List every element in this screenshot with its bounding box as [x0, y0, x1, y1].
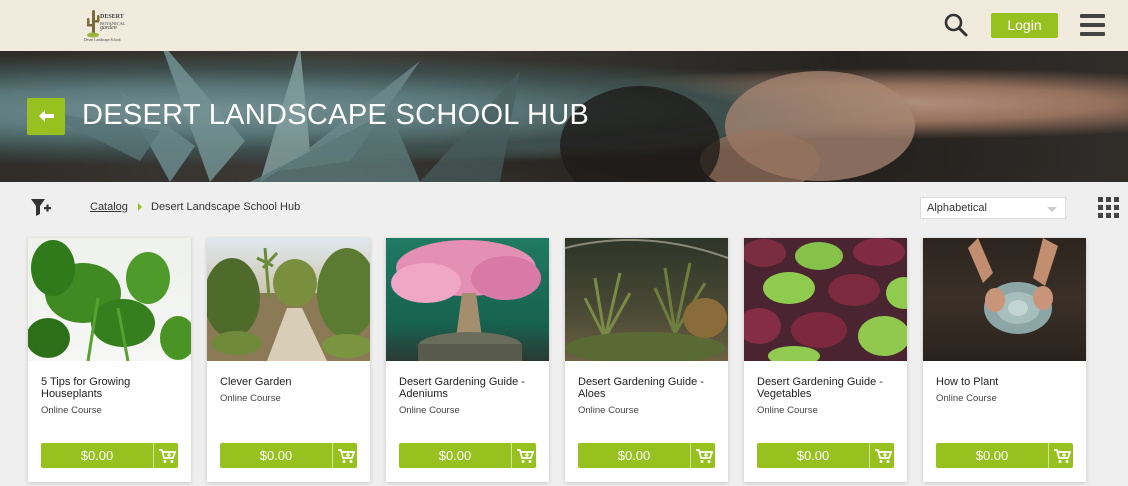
course-price: $0.00	[438, 448, 472, 463]
course-card[interactable]: Clever Garden Online Course $0.00	[207, 238, 370, 482]
cart-plus-area	[332, 443, 357, 468]
course-card[interactable]: Desert Gardening Guide - Vegetables Onli…	[744, 238, 907, 482]
course-image-vegetables[interactable]	[744, 238, 907, 361]
breadcrumb-separator-icon	[138, 203, 142, 211]
course-type: Online Course	[399, 405, 460, 416]
logo-subtitle: Desert Landscape School	[84, 38, 121, 42]
cart-plus-area	[869, 443, 894, 468]
add-to-cart-button[interactable]: $0.00	[41, 443, 178, 468]
course-title[interactable]: How to Plant	[936, 376, 1076, 388]
cart-plus-icon	[517, 449, 535, 463]
hamburger-menu-icon	[1080, 14, 1105, 18]
course-price: $0.00	[617, 448, 651, 463]
add-to-cart-button[interactable]: $0.00	[936, 443, 1073, 468]
hamburger-menu-icon-bar	[1080, 32, 1105, 36]
course-title[interactable]: Desert Gardening Guide - Aloes	[578, 376, 718, 400]
search-button[interactable]	[943, 12, 969, 38]
add-to-cart-button[interactable]: $0.00	[757, 443, 894, 468]
hamburger-menu-button[interactable]	[1080, 14, 1105, 36]
cart-plus-icon	[1054, 449, 1072, 463]
lettuce-bed-photo	[744, 238, 907, 361]
course-type: Online Course	[757, 405, 818, 416]
cart-plus-icon	[696, 449, 714, 463]
course-card[interactable]: 5 Tips for Growing Houseplants Online Co…	[28, 238, 191, 482]
logo-wordmark: DESERT BOTANICAL garden	[100, 14, 126, 32]
course-card[interactable]: Desert Gardening Guide - Adeniums Online…	[386, 238, 549, 482]
adenium-bonsai-photo	[391, 240, 541, 361]
saguaro-logo-icon	[87, 10, 100, 38]
course-price: $0.00	[259, 448, 293, 463]
course-title[interactable]: Desert Gardening Guide - Adeniums	[399, 376, 539, 400]
cart-plus-area	[690, 443, 715, 468]
monstera-plant-photo	[28, 240, 191, 361]
hero-banner: DESERT LANDSCAPE SCHOOL HUB	[0, 51, 1128, 182]
course-price: $0.00	[975, 448, 1009, 463]
filter-icon	[31, 199, 51, 216]
aloe-garden-photo	[565, 239, 728, 361]
cart-plus-icon	[159, 449, 177, 463]
login-button[interactable]: Login	[991, 13, 1058, 38]
course-type: Online Course	[936, 393, 997, 404]
cart-plus-icon	[338, 449, 356, 463]
filter-button[interactable]	[30, 196, 52, 218]
desert-garden-path-photo	[207, 247, 370, 361]
back-arrow-icon	[39, 110, 54, 122]
sort-select-value: Alphabetical	[927, 202, 987, 214]
course-image-adenium[interactable]	[386, 238, 549, 361]
logo-line1: DESERT	[100, 14, 124, 20]
course-image-monstera[interactable]	[28, 238, 191, 361]
course-image-how-to-plant[interactable]	[923, 238, 1086, 361]
course-title[interactable]: 5 Tips for Growing Houseplants	[41, 376, 181, 400]
cart-plus-area	[153, 443, 178, 468]
hamburger-menu-icon-bar	[1080, 23, 1105, 27]
course-image-aloe[interactable]	[565, 238, 728, 361]
add-to-cart-button[interactable]: $0.00	[399, 443, 536, 468]
breadcrumb-current: Desert Landscape School Hub	[151, 201, 301, 213]
course-type: Online Course	[578, 405, 639, 416]
course-type: Online Course	[41, 405, 102, 416]
cart-plus-area	[511, 443, 536, 468]
add-to-cart-button[interactable]: $0.00	[578, 443, 715, 468]
page-title: DESERT LANDSCAPE SCHOOL HUB	[82, 99, 590, 131]
course-card[interactable]: Desert Gardening Guide - Aloes Online Co…	[565, 238, 728, 482]
logo-line3: garden	[100, 25, 117, 31]
grid-view-button[interactable]	[1098, 197, 1119, 218]
breadcrumb-catalog-link[interactable]: Catalog	[90, 201, 128, 213]
search-icon	[944, 13, 968, 37]
course-image-garden-path[interactable]	[207, 238, 370, 361]
course-type: Online Course	[220, 393, 281, 404]
course-price: $0.00	[80, 448, 114, 463]
course-title[interactable]: Clever Garden	[220, 376, 360, 388]
top-header: DESERT BOTANICAL garden Desert Landscape…	[0, 0, 1128, 51]
course-card[interactable]: How to Plant Online Course $0.00	[923, 238, 1086, 482]
sort-select[interactable]: Alphabetical	[920, 197, 1066, 219]
cart-plus-area	[1048, 443, 1073, 468]
chevron-down-icon	[1047, 207, 1057, 212]
back-button[interactable]	[27, 98, 65, 135]
cart-plus-icon	[875, 449, 893, 463]
course-price: $0.00	[796, 448, 830, 463]
course-title[interactable]: Desert Gardening Guide - Vegetables	[757, 376, 897, 400]
desert-botanical-garden-logo[interactable]: DESERT BOTANICAL garden Desert Landscape…	[84, 6, 134, 46]
planting-succulent-photo	[968, 238, 1058, 334]
add-to-cart-button[interactable]: $0.00	[220, 443, 357, 468]
